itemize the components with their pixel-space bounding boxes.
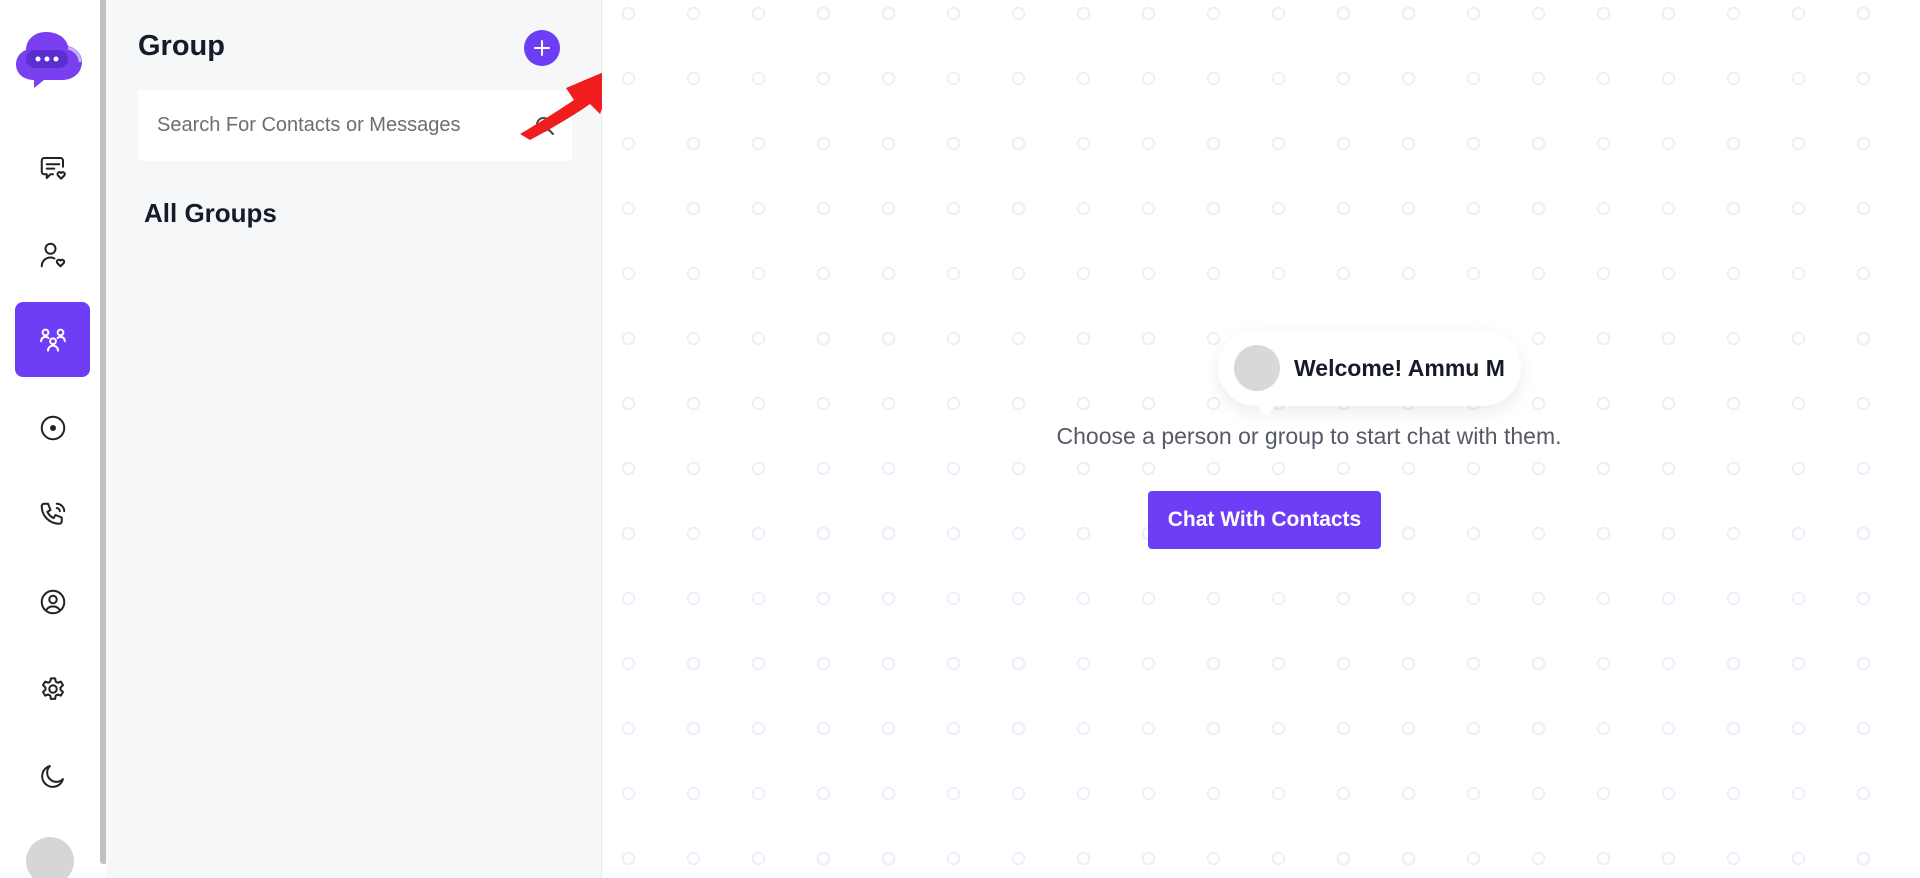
search-input[interactable]: [138, 90, 518, 161]
status-circle-icon: [40, 415, 65, 440]
group-panel: Group All Groups: [106, 0, 618, 878]
nav-contacts-button[interactable]: [15, 217, 90, 292]
nav-calls-button[interactable]: [15, 477, 90, 552]
panel-title: Group: [138, 30, 225, 62]
app-logo-icon[interactable]: [16, 28, 84, 92]
nav-theme-toggle[interactable]: [15, 738, 90, 813]
welcome-text: Welcome! Ammu M: [1294, 354, 1505, 381]
search-box: [138, 90, 572, 161]
chat-heart-icon: [40, 156, 66, 180]
nav-rail: [0, 0, 107, 878]
welcome-avatar: [1234, 345, 1280, 391]
nav-settings-button[interactable]: [15, 651, 90, 726]
chat-with-contacts-button[interactable]: Chat With Contacts: [1148, 491, 1381, 549]
user-heart-icon: [40, 242, 65, 267]
all-groups-heading: All Groups: [144, 198, 277, 228]
gear-icon: [41, 676, 64, 700]
user-avatar[interactable]: [26, 837, 74, 878]
phone-call-icon: [40, 502, 65, 525]
welcome-subtitle: Choose a person or group to start chat w…: [1056, 423, 1562, 449]
app: Group All Groups Welcome! Ammu M Choose …: [0, 0, 1920, 878]
nav-groups-button[interactable]: [15, 302, 90, 377]
moon-icon: [40, 764, 64, 788]
nav-chats-button[interactable]: [15, 130, 90, 205]
user-circle-icon: [40, 589, 65, 614]
add-group-button[interactable]: [524, 30, 560, 66]
main-welcome-area: Welcome! Ammu M Choose a person or group…: [602, 0, 1920, 878]
plus-icon: [534, 40, 550, 56]
nav-status-button[interactable]: [15, 390, 90, 465]
welcome-bubble: Welcome! Ammu M: [1218, 330, 1521, 416]
group-icon: [39, 328, 66, 352]
nav-profile-button[interactable]: [15, 564, 90, 639]
